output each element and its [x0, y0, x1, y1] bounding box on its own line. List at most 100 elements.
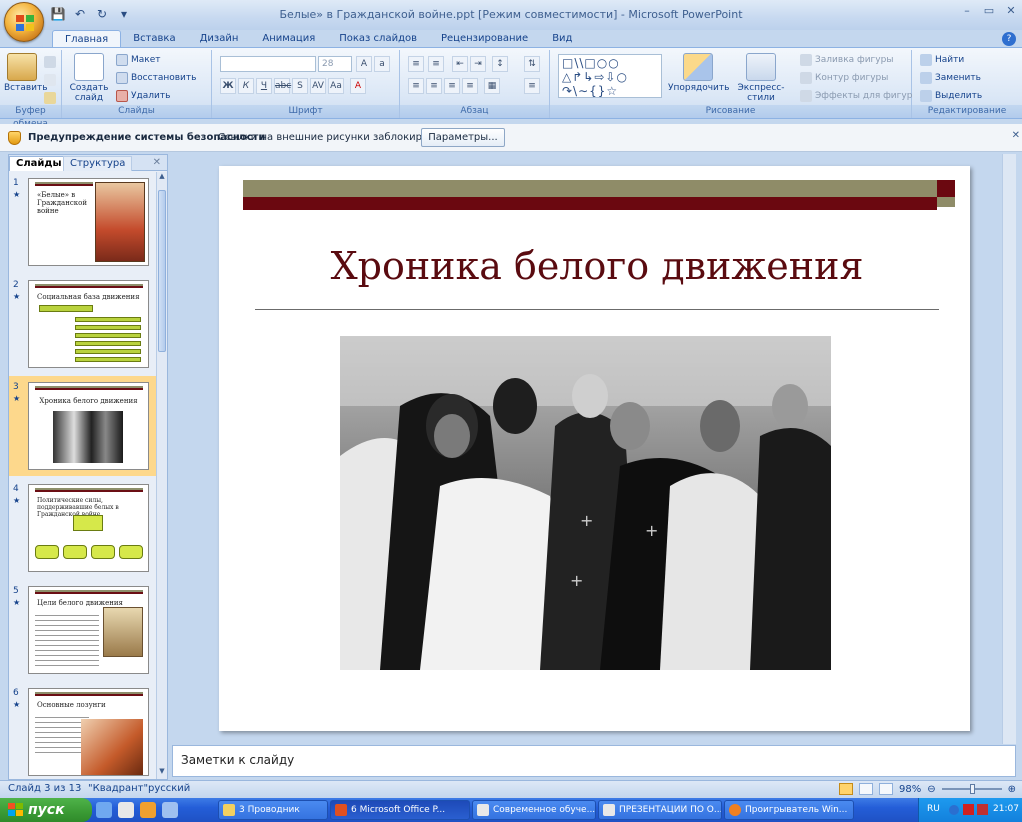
tab-view[interactable]: Вид — [540, 30, 584, 48]
align-right-button[interactable]: ≡ — [444, 78, 460, 94]
minimize-icon[interactable]: – — [960, 4, 974, 18]
tab-design[interactable]: Дизайн — [188, 30, 251, 48]
photo-image: + + + — [340, 336, 831, 670]
zoom-in-icon[interactable]: ⊕ — [1008, 784, 1016, 795]
tab-slides[interactable]: Слайды — [9, 156, 69, 171]
reset-button[interactable]: Восстановить — [116, 72, 196, 84]
group-label-clipboard: Буфер обмена — [0, 105, 61, 129]
paste-button[interactable]: Вставить — [4, 53, 48, 93]
close-pane-icon[interactable]: ✕ — [153, 157, 161, 168]
numbering-button[interactable]: ≡ — [428, 56, 444, 72]
taskbar-item-media-player[interactable]: Проигрыватель Win... — [724, 800, 854, 820]
tab-animation[interactable]: Анимация — [250, 30, 327, 48]
options-button[interactable]: Параметры... — [421, 128, 505, 147]
taskbar-item-doc1[interactable]: Современное обуче... — [472, 800, 596, 820]
text-direction-button[interactable]: ⇅ — [524, 56, 540, 72]
media-icon[interactable] — [162, 802, 178, 818]
show-desktop-icon[interactable] — [96, 802, 112, 818]
scroll-up-icon[interactable]: ▲ — [157, 172, 167, 184]
close-icon[interactable]: ✕ — [1004, 4, 1018, 18]
justify-button[interactable]: ≡ — [462, 78, 478, 94]
taskbar-item-powerpoint[interactable]: 6 Microsoft Office P... — [330, 800, 470, 820]
arrange-button[interactable]: Упорядочить — [668, 53, 729, 93]
find-button[interactable]: Найти — [920, 54, 964, 66]
tab-slideshow[interactable]: Показ слайдов — [327, 30, 429, 48]
taskbar-item-explorer[interactable]: 3 Проводник — [218, 800, 328, 820]
slide-title[interactable]: Хроника белого движения — [255, 244, 939, 288]
align-text-button[interactable]: ≡ — [524, 78, 540, 94]
language-tray[interactable]: RU — [927, 804, 940, 814]
scroll-thumb[interactable] — [158, 190, 166, 352]
font-size-combo[interactable]: 28 — [318, 56, 352, 72]
slide-thumbnail-2[interactable]: 2 ★ Социальная база движения — [9, 274, 157, 374]
slide-scrollbar[interactable] — [1002, 154, 1016, 744]
start-button[interactable]: пуск — [0, 798, 92, 822]
columns-button[interactable]: ▦ — [484, 78, 500, 94]
antivirus-icon[interactable] — [963, 804, 974, 815]
underline-button[interactable]: Ч — [256, 78, 272, 94]
shape-effects-button[interactable]: Эффекты для фигур — [800, 90, 912, 102]
select-button[interactable]: Выделить — [920, 90, 982, 102]
shadow-button[interactable]: S — [292, 78, 308, 94]
zoom-slider-handle[interactable] — [969, 784, 975, 794]
line-spacing-button[interactable]: ↕ — [492, 56, 508, 72]
explorer-icon[interactable] — [118, 802, 134, 818]
slide-thumbnail-4[interactable]: 4 ★ Политические силы, поддерживавшие бе… — [9, 478, 157, 578]
office-button[interactable] — [4, 2, 44, 42]
cut-button[interactable] — [44, 56, 56, 68]
taskbar-item-doc2[interactable]: ПРЕЗЕНТАЦИИ ПО О... — [598, 800, 722, 820]
replace-button[interactable]: Заменить — [920, 72, 981, 84]
grow-font-button[interactable]: A — [356, 56, 372, 72]
spacing-button[interactable]: AV — [310, 78, 326, 94]
decrease-indent-button[interactable]: ⇤ — [452, 56, 468, 72]
tab-outline[interactable]: Структура — [63, 156, 133, 171]
scroll-down-icon[interactable]: ▼ — [157, 767, 167, 779]
strikethrough-button[interactable]: abc — [274, 78, 291, 94]
case-button[interactable]: Aa — [328, 78, 344, 94]
normal-view-button[interactable] — [838, 783, 853, 795]
slide-sorter-button[interactable] — [858, 783, 873, 795]
tab-home[interactable]: Главная — [52, 30, 122, 48]
slide-thumbnail-3[interactable]: 3 ★ Хроника белого движения — [9, 376, 157, 476]
group-label-slides: Слайды — [62, 105, 211, 118]
bold-button[interactable]: Ж — [220, 78, 236, 94]
browser-icon[interactable] — [140, 802, 156, 818]
slide-thumbnail-5[interactable]: 5 ★ Цели белого движения — [9, 580, 157, 680]
tab-review[interactable]: Рецензирование — [429, 30, 540, 48]
clock[interactable]: 21:07 — [993, 804, 1019, 814]
align-left-button[interactable]: ≡ — [408, 78, 424, 94]
bullets-button[interactable]: ≡ — [408, 56, 424, 72]
slide-thumbnail-1[interactable]: 1 ★ «Белые» в Гражданской войне — [9, 172, 157, 272]
slide-thumbnail-6[interactable]: 6 ★ Основные лозунги — [9, 682, 157, 779]
shape-fill-button[interactable]: Заливка фигуры — [800, 54, 893, 66]
notes-pane[interactable]: Заметки к слайду — [172, 745, 1016, 777]
tab-insert[interactable]: Вставка — [121, 30, 187, 48]
shape-outline-button[interactable]: Контур фигуры — [800, 72, 888, 84]
increase-indent-button[interactable]: ⇥ — [470, 56, 486, 72]
network-icon[interactable] — [949, 805, 959, 815]
zoom-slider[interactable] — [941, 784, 1002, 794]
quick-styles-button[interactable]: Экспресс-стили — [730, 53, 792, 103]
delete-slide-button[interactable]: Удалить — [116, 90, 170, 102]
font-name-combo[interactable] — [220, 56, 316, 72]
zoom-level[interactable]: 98% — [899, 784, 921, 795]
help-icon[interactable]: ? — [1002, 32, 1016, 46]
zoom-out-icon[interactable]: ⊖ — [927, 784, 935, 795]
slideshow-button[interactable] — [878, 783, 893, 795]
restore-icon[interactable]: ▭ — [982, 4, 996, 18]
current-slide[interactable]: Хроника белого движения + + + — [219, 166, 970, 731]
close-security-bar-icon[interactable]: ✕ — [1012, 130, 1020, 141]
historical-photo[interactable]: + + + — [340, 336, 831, 670]
format-painter-button[interactable] — [44, 92, 56, 104]
italic-button[interactable]: К — [238, 78, 254, 94]
copy-button[interactable] — [44, 74, 56, 86]
layout-button[interactable]: Макет — [116, 54, 161, 66]
language-indicator[interactable]: русский — [148, 783, 190, 794]
thumbnails-scrollbar[interactable]: ▲ ▼ — [156, 172, 167, 779]
security-alert-icon[interactable] — [977, 804, 988, 815]
font-color-button[interactable]: A — [350, 78, 366, 94]
align-center-button[interactable]: ≡ — [426, 78, 442, 94]
shrink-font-button[interactable]: a — [374, 56, 390, 72]
shapes-gallery[interactable]: □\\□○○ △↱↳⇨⇩○ ↷\∼{}☆ — [558, 54, 662, 98]
new-slide-button[interactable]: Создать слайд — [68, 53, 110, 103]
